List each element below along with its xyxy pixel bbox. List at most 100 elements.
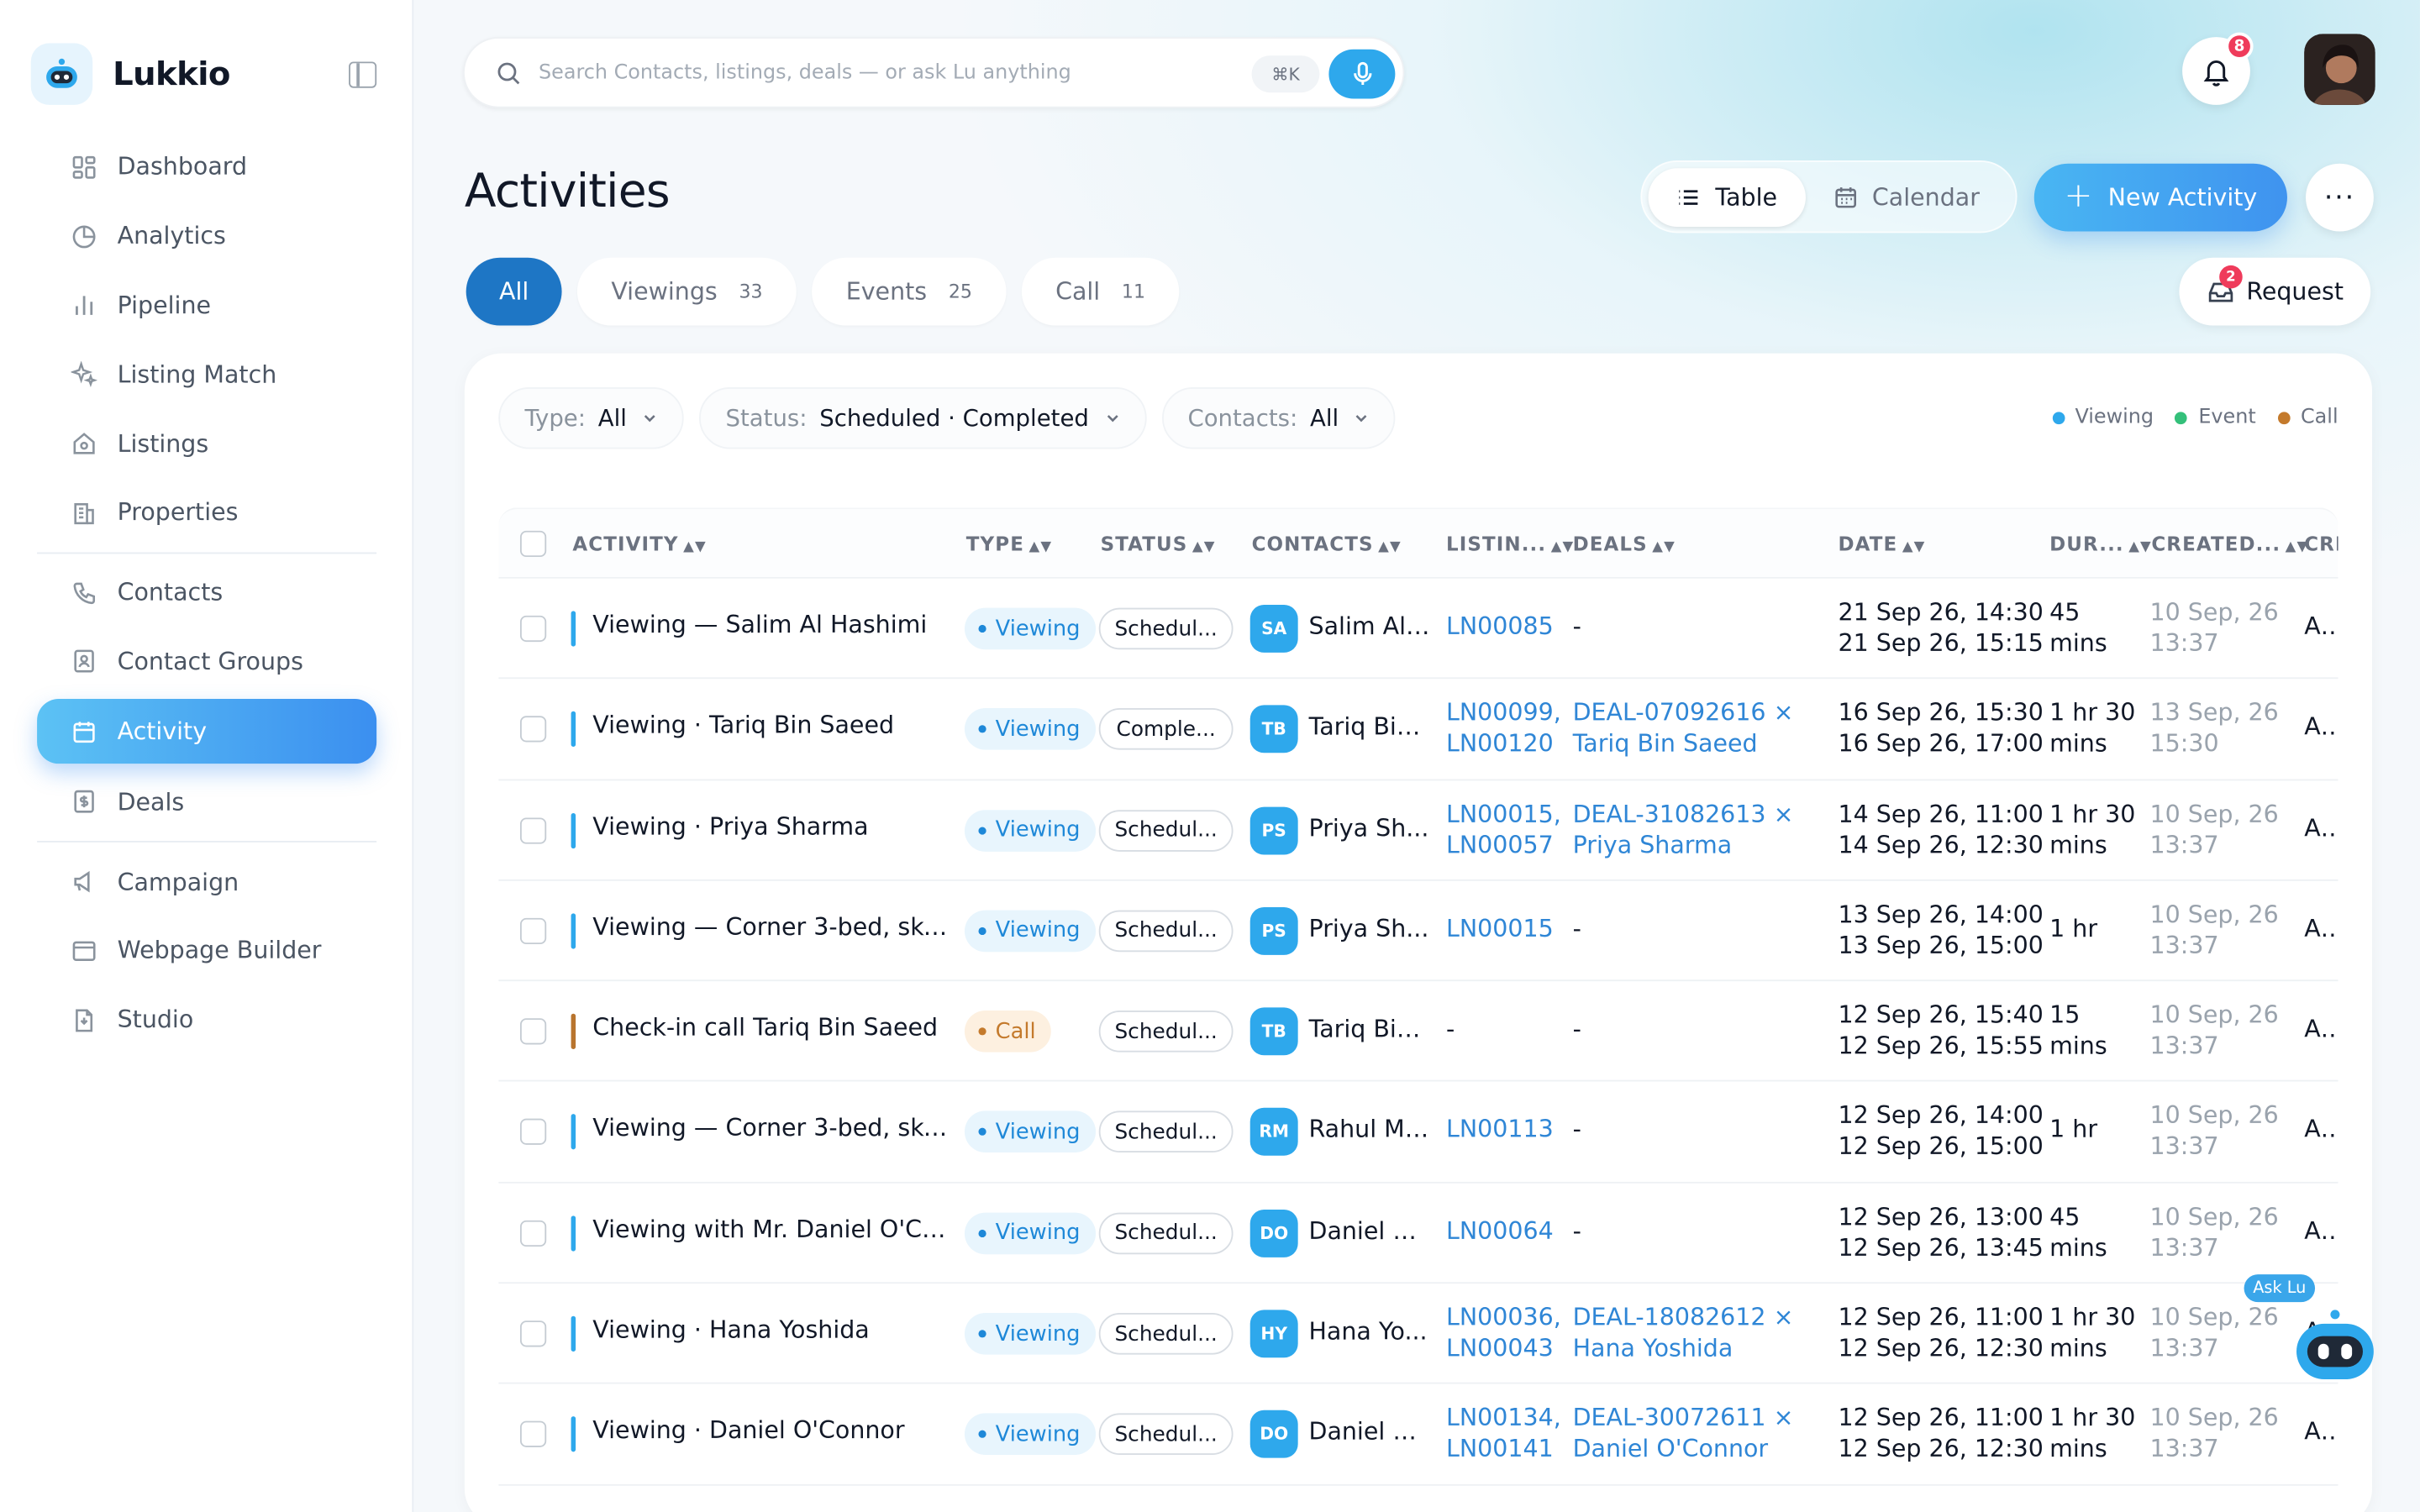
request-button[interactable]: Request [2179,257,2371,326]
legend-dot [2051,411,2065,424]
activity-title[interactable]: Viewing · Hana Yoshida [592,1316,954,1344]
row-checkbox[interactable] [519,1320,547,1347]
listing-cell: LN00064 [1445,1216,1554,1245]
activity-title[interactable]: Viewing — Salim Al Hashimi [592,611,954,638]
column-created-by[interactable]: CRE [2304,533,2338,556]
tab-viewings[interactable]: Viewings 33 [576,257,797,326]
column-date[interactable]: DATE ▲▼ [1839,533,1926,556]
activity-title[interactable]: Viewing — Corner 3-bed, sky... [592,1115,954,1142]
row-checkbox[interactable] [519,615,547,643]
select-all-checkbox[interactable] [519,530,547,558]
status-badge[interactable]: Schedul... [1098,1111,1234,1153]
type-dot [978,1330,986,1338]
status-badge[interactable]: Comple... [1098,708,1234,751]
activity-title[interactable]: Viewing · Tariq Bin Saeed [592,711,954,739]
contact-name[interactable]: Hana Yo... [1309,1318,1433,1346]
sidebar-item-campaign[interactable]: Campaign [37,848,376,916]
activity-title[interactable]: Viewing with Mr. Daniel O'Co... [592,1215,954,1243]
contact-name[interactable]: Priya Sh... [1309,915,1433,942]
status-badge[interactable]: Schedul... [1098,1212,1234,1254]
contact-name[interactable]: Tariq Bin ... [1309,1016,1433,1043]
activity-title[interactable]: Viewing · Daniel O'Connor [592,1417,954,1445]
contacts-filter[interactable]: Contacts: All [1161,387,1397,449]
tab-events[interactable]: Events 25 [812,257,1007,326]
row-checkbox[interactable] [519,1421,547,1448]
activity-title[interactable]: Viewing · Priya Sharma [592,812,954,840]
sidebar-collapse-icon[interactable] [349,61,377,88]
table-row[interactable]: Check-in call Tariq Bin Saeed Call Sched… [498,981,2338,1083]
column-deals[interactable]: DEALS ▲▼ [1573,533,1676,556]
row-checkbox[interactable] [519,816,547,843]
column-label: DEALS [1572,532,1648,556]
column-duration[interactable]: DUR... ▲▼ [2049,533,2152,556]
calendar-icon [73,722,95,743]
building-icon [74,502,94,524]
type-dot [978,1431,986,1439]
row-checkbox[interactable] [519,1018,547,1045]
column-contacts[interactable]: CONTACTS ▲▼ [1252,533,1402,556]
table-row[interactable]: Viewing — Salim Al Hashimi Viewing Sched… [498,579,2338,680]
status-badge[interactable]: Schedul... [1098,1011,1234,1053]
sidebar-item-contact-groups[interactable]: Contact Groups [37,627,376,696]
table-row[interactable]: Viewing · Tariq Bin Saeed Viewing Comple… [498,680,2338,780]
contact-name[interactable]: Daniel O'... [1309,1217,1433,1245]
status-badge[interactable]: Schedul... [1098,809,1234,852]
sidebar-item-listing-match[interactable]: Listing Match [37,340,376,409]
row-checkbox[interactable] [519,917,547,944]
status-badge[interactable]: Schedul... [1098,1313,1234,1355]
assistant-bot-button[interactable] [2293,1309,2376,1383]
status-badge[interactable]: Schedul... [1098,910,1234,953]
view-calendar-button[interactable]: Calendar [1821,168,2012,227]
row-checkbox[interactable] [519,1119,547,1146]
column-status[interactable]: STATUS ▲▼ [1101,533,1216,556]
global-search[interactable]: ⌘K [463,37,1405,108]
created-by-cell: Am [2304,1015,2338,1043]
activity-tabs: All Viewings 33 Events 25 Call 11 [466,257,1195,326]
status-badge[interactable]: Schedul... [1098,607,1234,650]
table-row[interactable]: Viewing — Corner 3-bed, sky... Viewing S… [498,881,2338,982]
table-row[interactable]: Viewing · Priya Sharma Viewing Schedul..… [498,780,2338,881]
sidebar-item-listings[interactable]: Listings [37,409,376,478]
contact-name[interactable]: Priya Sh... [1309,814,1433,842]
created-cell: 10 Sep, 26 [2149,800,2279,828]
column-activity[interactable]: ACTIVITY ▲▼ [572,533,706,556]
tab-call[interactable]: Call 11 [1021,257,1180,326]
sidebar-item-webpage-builder[interactable]: Webpage Builder [37,916,376,985]
column-listings[interactable]: LISTIN... ▲▼ [1446,533,1574,556]
voice-search-button[interactable] [1328,49,1396,99]
tab-all[interactable]: All [466,257,562,326]
sidebar-item-activity[interactable]: Activity [37,699,377,764]
more-options-button[interactable]: ··· [2306,163,2374,232]
sidebar-item-studio[interactable]: Studio [37,985,376,1054]
column-type[interactable]: TYPE ▲▼ [966,533,1052,556]
ask-lu-label[interactable]: Ask Lu [2244,1274,2316,1303]
search-input[interactable] [539,55,1249,90]
column-created[interactable]: CREATED... ▲▼ [2151,533,2308,556]
status-badge[interactable]: Schedul... [1098,1414,1234,1456]
sidebar-item-pipeline[interactable]: Pipeline [37,271,376,340]
type-filter[interactable]: Type: All [498,387,684,449]
sidebar-item-contacts[interactable]: Contacts [37,558,376,627]
row-checkbox[interactable] [519,716,547,743]
sidebar-item-deals[interactable]: Deals [37,768,376,837]
user-avatar[interactable] [2304,34,2375,105]
type-label: Viewing [995,1422,1081,1447]
status-filter[interactable]: Status: Scheduled · Completed [699,387,1146,449]
contact-name[interactable]: Rahul Me... [1309,1116,1433,1144]
brand[interactable]: Lukkio [30,43,230,105]
table-row[interactable]: Viewing — Corner 3-bed, sky... Viewing S… [498,1082,2338,1184]
contact-name[interactable]: Tariq Bin ... [1309,713,1433,741]
contact-name[interactable]: Salim Al ... [1309,612,1433,640]
sidebar-item-properties[interactable]: Properties [37,478,376,547]
view-table-button[interactable]: Table [1648,168,1806,227]
sidebar-item-dashboard[interactable]: Dashboard [37,133,376,202]
table-row[interactable]: Viewing · Hana Yoshida Viewing Schedul..… [498,1284,2338,1385]
table-row[interactable]: Viewing · Daniel O'Connor Viewing Schedu… [498,1384,2338,1486]
activity-title[interactable]: Check-in call Tariq Bin Saeed [592,1014,954,1042]
new-activity-button[interactable]: + New Activity [2033,163,2287,232]
activity-title[interactable]: Viewing — Corner 3-bed, sky... [592,913,954,941]
table-row[interactable]: Viewing with Mr. Daniel O'Co... Viewing … [498,1183,2338,1284]
contact-name[interactable]: Daniel O'... [1309,1419,1433,1446]
row-checkbox[interactable] [519,1220,547,1247]
sidebar-item-analytics[interactable]: Analytics [37,202,376,270]
